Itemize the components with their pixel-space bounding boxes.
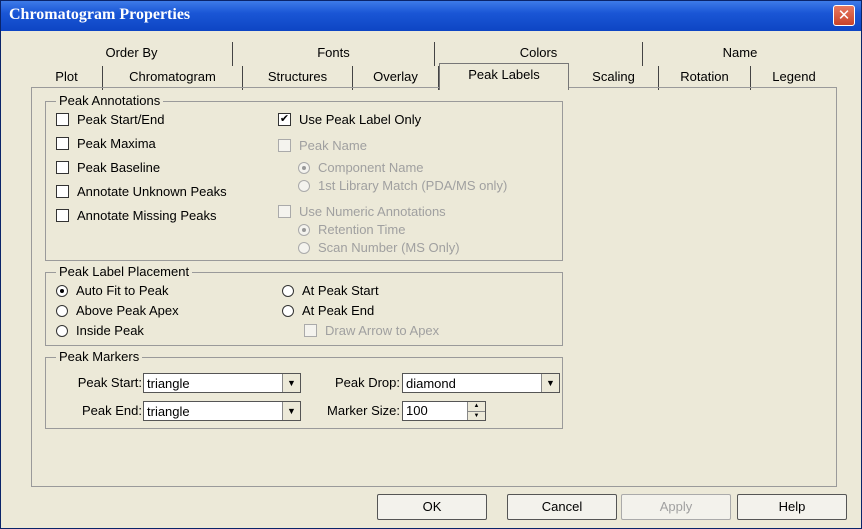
radio-selected-icon bbox=[298, 161, 310, 174]
radio-icon[interactable] bbox=[282, 284, 294, 297]
checkbox-box bbox=[278, 205, 291, 218]
group-title: Peak Label Placement bbox=[56, 264, 193, 280]
auto-fit-radio[interactable]: Auto Fit to Peak bbox=[56, 283, 169, 298]
checkbox-box bbox=[304, 324, 317, 337]
down-arrow-icon[interactable]: ▼ bbox=[468, 412, 485, 421]
peak-label-placement-group: Peak Label Placement Auto Fit to Peak Ab… bbox=[45, 264, 563, 346]
peak-start-select[interactable]: triangle ▼ bbox=[143, 373, 301, 393]
radio-selected-icon[interactable] bbox=[56, 284, 68, 297]
checkbox-label: Annotate Unknown Peaks bbox=[77, 184, 227, 199]
peak-markers-group: Peak Markers Peak Start: triangle ▼ Peak… bbox=[45, 349, 563, 429]
peak-drop-label: Peak Drop: bbox=[334, 375, 400, 390]
close-button[interactable]: ✕ bbox=[833, 5, 855, 26]
radio-label: Auto Fit to Peak bbox=[76, 283, 169, 298]
help-button[interactable]: Help bbox=[737, 494, 847, 520]
cancel-button[interactable]: Cancel bbox=[507, 494, 617, 520]
checkbox-label: Peak Name bbox=[299, 138, 367, 153]
peak-start-label: Peak Start: bbox=[77, 375, 142, 390]
peak-end-select[interactable]: triangle ▼ bbox=[143, 401, 301, 421]
radio-icon bbox=[298, 241, 310, 254]
draw-arrow-checkbox: Draw Arrow to Apex bbox=[304, 323, 439, 338]
checkbox-label: Peak Start/End bbox=[77, 112, 165, 127]
radio-label: Scan Number (MS Only) bbox=[318, 240, 460, 255]
tab-name[interactable]: Name bbox=[643, 42, 837, 66]
tab-order-by[interactable]: Order By bbox=[31, 42, 233, 66]
select-value: triangle bbox=[147, 375, 190, 391]
apply-button: Apply bbox=[621, 494, 731, 520]
select-value: triangle bbox=[147, 403, 190, 419]
peak-drop-select[interactable]: diamond ▼ bbox=[402, 373, 560, 393]
library-match-radio: 1st Library Match (PDA/MS only) bbox=[298, 178, 507, 193]
checkbox-label: Use Numeric Annotations bbox=[299, 204, 446, 219]
marker-size-label: Marker Size: bbox=[327, 403, 400, 418]
radio-label: 1st Library Match (PDA/MS only) bbox=[318, 178, 508, 193]
group-title: Peak Markers bbox=[56, 349, 143, 365]
tab-strip: Order By Fonts Colors Name Plot Chromato… bbox=[31, 42, 837, 90]
peak-end-label: Peak End: bbox=[82, 403, 142, 418]
group-title: Peak Annotations bbox=[56, 93, 164, 109]
component-name-radio: Component Name bbox=[298, 160, 424, 175]
checkbox-box[interactable] bbox=[56, 209, 69, 222]
checkbox-label: Peak Maxima bbox=[77, 136, 156, 151]
tab-peak-labels[interactable]: Peak Labels bbox=[439, 63, 569, 90]
ok-button[interactable]: OK bbox=[377, 494, 487, 520]
tab-fonts[interactable]: Fonts bbox=[233, 42, 435, 66]
radio-icon[interactable] bbox=[56, 324, 68, 337]
dialog-window: Chromatogram Properties ✕ Order By Fonts… bbox=[0, 0, 862, 529]
checkbox-box bbox=[278, 139, 291, 152]
radio-label: Inside Peak bbox=[76, 323, 144, 338]
peak-start-end-checkbox[interactable]: Peak Start/End bbox=[56, 112, 164, 127]
use-numeric-checkbox: Use Numeric Annotations bbox=[278, 204, 446, 219]
above-apex-radio[interactable]: Above Peak Apex bbox=[56, 303, 179, 318]
checkbox-label: Draw Arrow to Apex bbox=[325, 323, 440, 338]
at-peak-start-radio[interactable]: At Peak Start bbox=[282, 283, 379, 298]
radio-label: At Peak End bbox=[302, 303, 375, 318]
peak-annotations-group: Peak Annotations Peak Start/End Peak Max… bbox=[45, 93, 563, 261]
radio-icon[interactable] bbox=[282, 304, 294, 317]
inside-peak-radio[interactable]: Inside Peak bbox=[56, 323, 144, 338]
radio-label: Component Name bbox=[318, 160, 424, 175]
checkbox-box[interactable] bbox=[56, 137, 69, 150]
select-value: diamond bbox=[406, 375, 456, 391]
close-icon: ✕ bbox=[837, 6, 851, 24]
at-peak-end-radio[interactable]: At Peak End bbox=[282, 303, 374, 318]
checkbox-box[interactable] bbox=[56, 161, 69, 174]
radio-icon bbox=[298, 179, 310, 192]
use-peak-label-only-checkbox[interactable]: ✔ Use Peak Label Only bbox=[278, 112, 421, 127]
marker-size-spinner[interactable]: 100 ▲ ▼ bbox=[402, 401, 486, 421]
checkbox-label: Peak Baseline bbox=[77, 160, 161, 175]
radio-label: Retention Time bbox=[318, 222, 406, 237]
title-bar[interactable]: Chromatogram Properties ✕ bbox=[1, 1, 861, 31]
peak-name-checkbox: Peak Name bbox=[278, 138, 367, 153]
radio-label: At Peak Start bbox=[302, 283, 379, 298]
radio-selected-icon bbox=[298, 223, 310, 236]
annotate-missing-checkbox[interactable]: Annotate Missing Peaks bbox=[56, 208, 216, 223]
spinner-value[interactable]: 100 bbox=[403, 402, 467, 420]
checkbox-label: Annotate Missing Peaks bbox=[77, 208, 217, 223]
checkbox-label: Use Peak Label Only bbox=[299, 112, 422, 127]
annotate-unknown-checkbox[interactable]: Annotate Unknown Peaks bbox=[56, 184, 227, 199]
peak-maxima-checkbox[interactable]: Peak Maxima bbox=[56, 136, 156, 151]
chevron-down-icon[interactable]: ▼ bbox=[282, 402, 300, 420]
radio-icon[interactable] bbox=[56, 304, 68, 317]
retention-time-radio: Retention Time bbox=[298, 222, 405, 237]
up-arrow-icon[interactable]: ▲ bbox=[468, 402, 485, 412]
scan-number-radio: Scan Number (MS Only) bbox=[298, 240, 460, 255]
window-title: Chromatogram Properties bbox=[9, 6, 191, 23]
peak-baseline-checkbox[interactable]: Peak Baseline bbox=[56, 160, 160, 175]
checkbox-box[interactable] bbox=[56, 113, 69, 126]
check-icon[interactable]: ✔ bbox=[278, 113, 291, 126]
chevron-down-icon[interactable]: ▼ bbox=[282, 374, 300, 392]
spinner-buttons[interactable]: ▲ ▼ bbox=[467, 402, 485, 420]
chevron-down-icon[interactable]: ▼ bbox=[541, 374, 559, 392]
checkbox-box[interactable] bbox=[56, 185, 69, 198]
radio-label: Above Peak Apex bbox=[76, 303, 179, 318]
